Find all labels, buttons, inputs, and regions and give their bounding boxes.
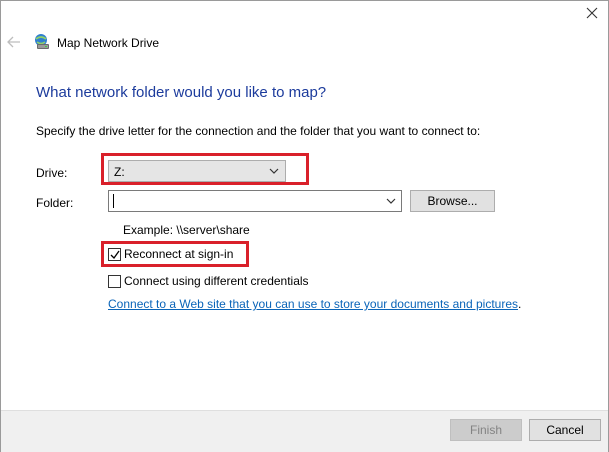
example-text: Example: \\server\share — [123, 223, 250, 237]
web-site-link[interactable]: Connect to a Web site that you can use t… — [108, 297, 521, 311]
network-drive-icon — [33, 33, 51, 51]
chevron-down-icon[interactable] — [386, 197, 396, 205]
window-title: Map Network Drive — [57, 36, 160, 50]
page-heading: What network folder would you like to ma… — [36, 84, 327, 101]
map-network-drive-window: Map Network Drive What network folder wo… — [0, 0, 609, 452]
back-arrow-icon — [7, 36, 20, 48]
checkmark-icon — [110, 250, 120, 259]
reconnect-label: Reconnect at sign-in — [124, 247, 234, 261]
drive-select[interactable]: Z: — [108, 160, 286, 182]
back-button[interactable] — [7, 36, 21, 48]
browse-button[interactable]: Browse... — [410, 190, 495, 212]
drive-label: Drive: — [36, 166, 68, 180]
credentials-checkbox[interactable] — [108, 274, 121, 288]
web-site-link-text[interactable]: Connect to a Web site that you can use t… — [108, 297, 518, 311]
cancel-button[interactable]: Cancel — [529, 419, 601, 441]
folder-input[interactable] — [108, 190, 402, 212]
credentials-option[interactable]: Connect using different credentials — [108, 274, 309, 288]
credentials-label: Connect using different credentials — [124, 274, 309, 288]
close-button[interactable] — [584, 5, 600, 21]
chevron-down-icon — [269, 168, 279, 174]
drive-select-value: Z: — [114, 165, 125, 179]
reconnect-option[interactable]: Reconnect at sign-in — [108, 247, 233, 261]
web-site-link-period: . — [518, 297, 522, 311]
folder-label: Folder: — [36, 196, 74, 210]
instruction-text: Specify the drive letter for the connect… — [36, 124, 481, 138]
reconnect-checkbox[interactable] — [108, 247, 121, 261]
close-icon — [586, 7, 598, 19]
finish-button[interactable]: Finish — [450, 419, 522, 441]
text-caret — [113, 194, 114, 208]
